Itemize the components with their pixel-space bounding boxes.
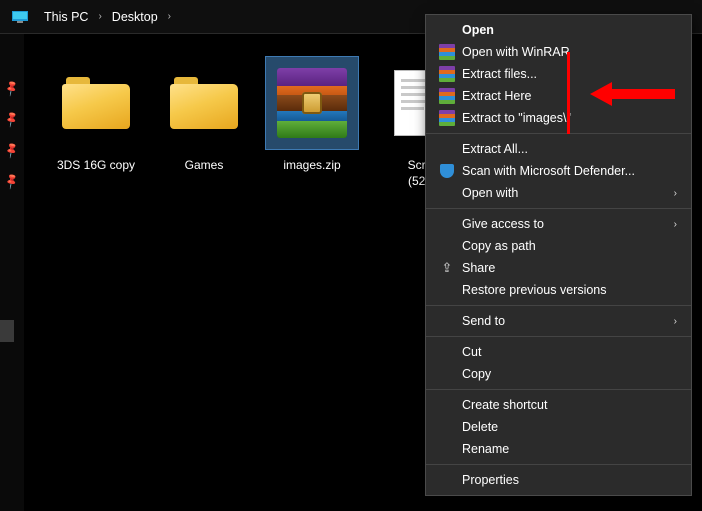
- file-item-folder[interactable]: 3DS 16G copy: [46, 56, 146, 174]
- menu-delete[interactable]: Delete: [426, 416, 691, 438]
- menu-separator: [426, 464, 691, 465]
- menu-rename[interactable]: Rename: [426, 438, 691, 460]
- menu-restore-versions[interactable]: Restore previous versions: [426, 279, 691, 301]
- menu-separator: [426, 133, 691, 134]
- menu-share[interactable]: ⇪Share: [426, 257, 691, 279]
- this-pc-icon: [12, 11, 28, 23]
- rail-marker: [0, 320, 14, 342]
- menu-extract-all[interactable]: Extract All...: [426, 138, 691, 160]
- file-item-label: images.zip: [262, 158, 362, 174]
- zip-icon: [277, 68, 347, 138]
- winrar-icon: [439, 66, 455, 82]
- annotation-highlight-bar: [567, 52, 570, 134]
- chevron-right-icon: ›: [674, 219, 677, 230]
- file-item-zip[interactable]: images.zip: [262, 56, 362, 174]
- quick-access-rail: 📌 📌 📌 📌: [0, 34, 24, 511]
- menu-send-to[interactable]: Send to›: [426, 310, 691, 332]
- folder-icon: [62, 77, 130, 129]
- menu-extract-to[interactable]: Extract to "images\": [426, 107, 691, 129]
- pin-icon[interactable]: 📌: [3, 79, 22, 98]
- winrar-icon: [439, 110, 455, 126]
- menu-properties[interactable]: Properties: [426, 469, 691, 491]
- share-icon: ⇪: [442, 260, 453, 276]
- file-item-label: 3DS 16G copy: [46, 158, 146, 174]
- menu-separator: [426, 389, 691, 390]
- menu-scan-defender[interactable]: Scan with Microsoft Defender...: [426, 160, 691, 182]
- pin-icon[interactable]: 📌: [3, 172, 22, 191]
- menu-copy-path[interactable]: Copy as path: [426, 235, 691, 257]
- breadcrumb-folder[interactable]: Desktop: [106, 10, 164, 24]
- menu-create-shortcut[interactable]: Create shortcut: [426, 394, 691, 416]
- file-item-folder[interactable]: Games: [154, 56, 254, 174]
- menu-open-with-winrar[interactable]: Open with WinRAR: [426, 41, 691, 63]
- folder-icon: [170, 77, 238, 129]
- menu-cut[interactable]: Cut: [426, 341, 691, 363]
- menu-copy[interactable]: Copy: [426, 363, 691, 385]
- annotation-arrow: [590, 80, 675, 108]
- menu-separator: [426, 208, 691, 209]
- menu-open-with[interactable]: Open with›: [426, 182, 691, 204]
- winrar-icon: [439, 88, 455, 104]
- pin-icon[interactable]: 📌: [3, 141, 22, 160]
- winrar-icon: [439, 44, 455, 60]
- breadcrumb-root[interactable]: This PC: [38, 10, 94, 24]
- menu-separator: [426, 336, 691, 337]
- chevron-right-icon: ›: [674, 316, 677, 327]
- shield-icon: [440, 164, 454, 178]
- file-item-label: Games: [154, 158, 254, 174]
- chevron-right-icon: ›: [164, 11, 175, 22]
- pin-icon[interactable]: 📌: [3, 110, 22, 129]
- menu-separator: [426, 305, 691, 306]
- chevron-right-icon: ›: [674, 188, 677, 199]
- chevron-right-icon: ›: [94, 11, 105, 22]
- menu-give-access[interactable]: Give access to›: [426, 213, 691, 235]
- menu-open[interactable]: Open: [426, 19, 691, 41]
